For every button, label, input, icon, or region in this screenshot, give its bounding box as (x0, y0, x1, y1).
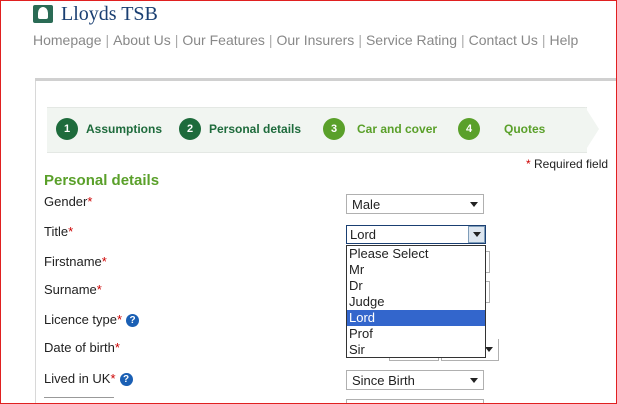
step-number: 1 (56, 118, 78, 140)
step-number: 2 (179, 118, 201, 140)
next-label-cutoff (44, 397, 114, 403)
title-dropdown-list: Please Select Mr Dr Judge Lord Prof Sir (346, 245, 486, 358)
selected-value: Male (352, 197, 381, 212)
dropdown-option[interactable]: Prof (347, 326, 485, 342)
help-icon[interactable]: ? (119, 373, 133, 386)
browser-frame: Lloyds TSB Homepage | About Us | Our Feature… (0, 0, 617, 404)
title-select[interactable]: Lord (346, 225, 486, 244)
step-quotes: 4 Quotes (458, 107, 545, 151)
nav-our-features[interactable]: Our Features (182, 32, 264, 48)
dropdown-option-selected[interactable]: Lord (347, 310, 485, 326)
main-nav: Homepage | About Us | Our Features | Our Insur… (33, 32, 579, 48)
step-car-and-cover: 3 Car and cover (323, 107, 437, 151)
nav-contact-us[interactable]: Contact Us (469, 32, 538, 48)
lived-in-uk-label: Lived in UK*? (44, 371, 133, 386)
step-number: 4 (458, 118, 480, 140)
horse-icon[interactable] (33, 5, 53, 23)
step-label: Assumptions (86, 122, 163, 136)
nav-our-insurers[interactable]: Our Insurers (277, 32, 355, 48)
dropdown-option[interactable]: Dr (347, 278, 485, 294)
date-of-birth-label: Date of birth* (44, 340, 120, 355)
progress-arrow-tip (585, 107, 599, 151)
gender-select[interactable]: Male (346, 194, 484, 214)
lived-in-uk-select[interactable]: Since Birth (346, 370, 484, 390)
selected-value: Lord (350, 227, 377, 242)
title-label: Title* (44, 224, 74, 239)
step-label: Personal details (209, 122, 302, 136)
dropdown-button[interactable] (468, 226, 485, 243)
selected-value: Since Birth (352, 373, 415, 388)
dropdown-option[interactable]: Sir (347, 342, 485, 358)
chevron-down-icon (470, 378, 478, 383)
chevron-down-icon (473, 232, 481, 237)
required-field-note: * Required field (526, 157, 609, 171)
surname-label: Surname* (44, 282, 102, 297)
section-title: Personal details (44, 172, 160, 189)
nav-about-us[interactable]: About Us (113, 32, 171, 48)
step-assumptions[interactable]: 1 Assumptions (56, 107, 162, 151)
chevron-down-icon (485, 347, 493, 352)
step-number: 3 (323, 118, 345, 140)
help-icon[interactable]: ? (126, 314, 140, 327)
chevron-down-icon (470, 202, 478, 207)
nav-service-rating[interactable]: Service Rating (366, 32, 457, 48)
licence-type-label: Licence type*? (44, 312, 140, 327)
nav-homepage[interactable]: Homepage (33, 32, 102, 48)
step-label: Quotes (504, 122, 546, 136)
dropdown-option[interactable]: Judge (347, 294, 485, 310)
next-field-cutoff[interactable] (346, 399, 484, 403)
nav-help[interactable]: Help (550, 32, 579, 48)
gender-label: Gender* (44, 194, 93, 209)
firstname-label: Firstname* (44, 254, 107, 269)
step-label: Car and cover (357, 122, 438, 136)
brand-name[interactable]: Lloyds TSB (61, 3, 158, 26)
dropdown-option[interactable]: Please Select (347, 246, 485, 262)
step-personal-details[interactable]: 2 Personal details (179, 107, 301, 151)
dropdown-option[interactable]: Mr (347, 262, 485, 278)
